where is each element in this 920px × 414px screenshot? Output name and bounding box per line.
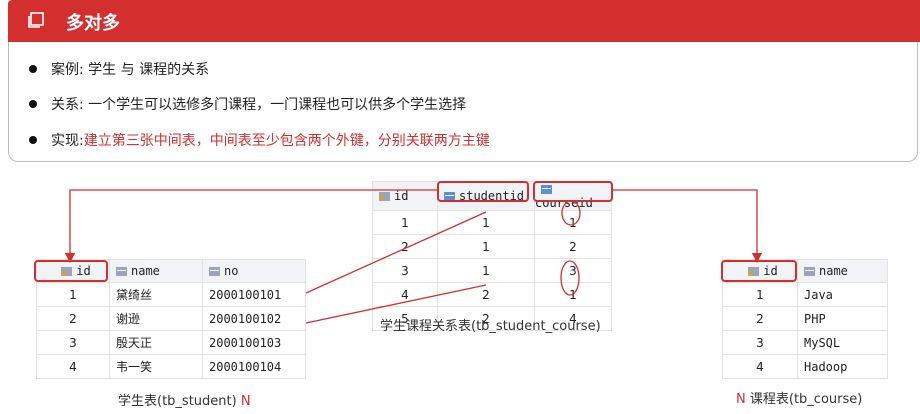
student1-link bbox=[305, 211, 487, 294]
studentid-to-student-arrow bbox=[64, 189, 437, 264]
student2-link bbox=[305, 284, 487, 324]
relationship-connectors bbox=[64, 189, 763, 324]
courseid-circle bbox=[561, 200, 581, 226]
courseid-circle bbox=[560, 260, 580, 296]
courseid-to-course-arrow bbox=[613, 189, 763, 264]
